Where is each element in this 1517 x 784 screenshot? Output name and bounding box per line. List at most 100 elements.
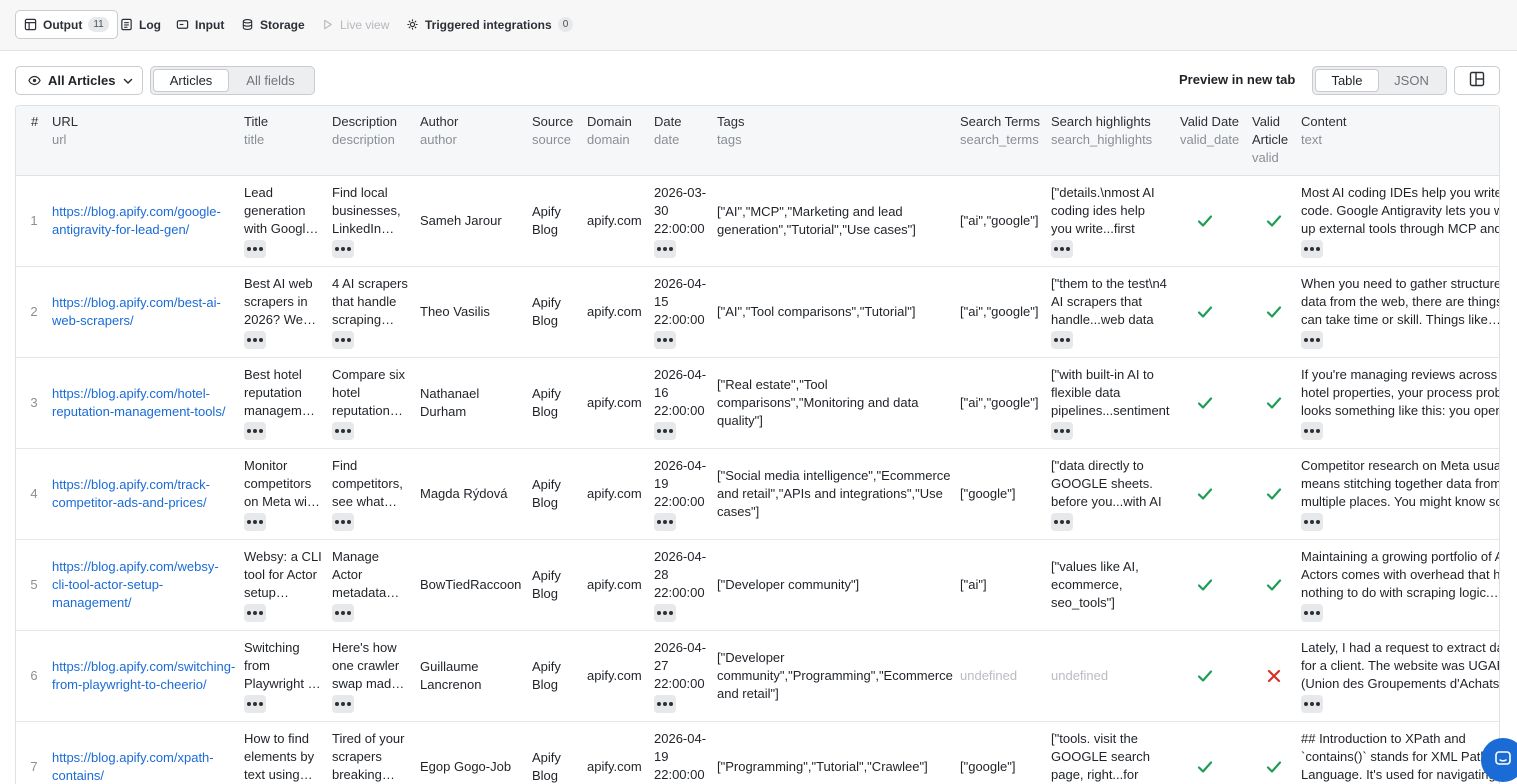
tab-storage-label: Storage [260, 17, 305, 32]
chat-widget-button[interactable] [1481, 738, 1517, 782]
domain-cell-text: apify.com [587, 577, 642, 592]
column-header-domain[interactable]: Domain domain [587, 113, 632, 149]
more-icon[interactable] [332, 513, 354, 531]
check-icon [1196, 303, 1214, 321]
search-terms-cell-text: ["google"] [960, 759, 1016, 774]
more-icon[interactable] [244, 331, 266, 349]
url-link[interactable]: https://blog.apify.com/xpath-contains/ [52, 722, 232, 784]
url-link-text[interactable]: https://blog.apify.com/google-antigravit… [52, 203, 232, 239]
layout-button[interactable] [1454, 66, 1500, 95]
search-terms-cell: ["ai"] [960, 540, 1044, 630]
url-link[interactable]: https://blog.apify.com/websy-cli-tool-ac… [52, 540, 232, 630]
url-link[interactable]: https://blog.apify.com/best-ai-web-scrap… [52, 267, 232, 357]
toggle-table[interactable]: Table [1315, 69, 1379, 92]
url-link[interactable]: https://blog.apify.com/switching-from-pl… [52, 631, 235, 721]
search-terms-cell-text: ["ai"] [960, 577, 987, 592]
more-icon[interactable] [332, 331, 354, 349]
column-header-search-terms[interactable]: Search Terms search_terms [960, 113, 1040, 149]
column-header-search-highlights[interactable]: Search highlights search_highlights [1051, 113, 1152, 149]
table-row: 2 https://blog.apify.com/best-ai-web-scra… [16, 267, 1499, 358]
column-header-description[interactable]: Description description [332, 113, 397, 149]
url-link-text[interactable]: https://blog.apify.com/track-competitor-… [52, 476, 232, 512]
content-cell: Maintaining a growing portfolio of Apify… [1301, 540, 1499, 630]
column-header-title[interactable]: Title title [244, 113, 268, 149]
description-cell-text: Find competitors, see what they run [332, 458, 403, 509]
column-header-valid-article[interactable]: Valid Article valid [1252, 113, 1296, 167]
view-select-button[interactable]: All Articles [15, 66, 143, 95]
more-icon[interactable] [244, 695, 266, 713]
content-cell: If you're managing reviews across five h… [1301, 358, 1499, 448]
more-icon[interactable] [332, 422, 354, 440]
url-link-text[interactable]: https://blog.apify.com/hotel-reputation-… [52, 385, 232, 421]
more-icon[interactable] [332, 240, 354, 258]
search-highlights-cell: ["tools. visit the GOOGLE search page, r… [1051, 722, 1167, 784]
tab-input[interactable]: Input [168, 10, 232, 39]
more-icon[interactable] [1051, 513, 1073, 531]
url-link-text[interactable]: https://blog.apify.com/xpath-contains/ [52, 749, 232, 784]
url-link[interactable]: https://blog.apify.com/google-antigravit… [52, 176, 232, 266]
more-icon[interactable] [1301, 604, 1323, 622]
tags-cell-text: ["Programming","Tutorial","Crawlee"] [717, 759, 928, 774]
more-icon[interactable] [1301, 695, 1323, 713]
source-cell-text: Apify Blog [532, 750, 561, 783]
valid-date-cell [1180, 540, 1230, 630]
valid-article-cell [1252, 722, 1296, 784]
more-icon[interactable] [244, 240, 266, 258]
column-header-source[interactable]: Source source [532, 113, 573, 149]
more-icon[interactable] [654, 422, 676, 440]
valid-article-cell [1252, 176, 1296, 266]
url-link-text[interactable]: https://blog.apify.com/switching-from-pl… [52, 658, 235, 694]
toggle-articles[interactable]: Articles [153, 69, 229, 92]
more-icon[interactable] [1051, 240, 1073, 258]
preview-in-new-tab-link[interactable]: Preview in new tab [1179, 72, 1295, 87]
domain-cell: apify.com [587, 176, 649, 266]
more-icon[interactable] [244, 422, 266, 440]
toggle-json[interactable]: JSON [1379, 69, 1444, 92]
url-link[interactable]: https://blog.apify.com/hotel-reputation-… [52, 358, 232, 448]
check-icon [1196, 667, 1214, 685]
more-icon[interactable] [244, 604, 266, 622]
url-link-text[interactable]: https://blog.apify.com/websy-cli-tool-ac… [52, 558, 232, 612]
valid-article-cell [1252, 358, 1296, 448]
more-icon[interactable] [1301, 513, 1323, 531]
author-cell-text: Guillaume Lancrenon [420, 659, 482, 692]
domain-cell: apify.com [587, 722, 649, 784]
date-cell-text: 2026-04-28 22:00:00 [654, 549, 707, 600]
tab-log[interactable]: Log [112, 10, 169, 39]
column-header-author[interactable]: Author author [420, 113, 458, 149]
url-link[interactable]: https://blog.apify.com/track-competitor-… [52, 449, 232, 539]
valid-article-cell [1252, 540, 1296, 630]
tab-output[interactable]: Output 11 [15, 10, 118, 39]
column-header-date[interactable]: Date date [654, 113, 681, 149]
tab-triggered-integrations[interactable]: Triggered integrations 0 [398, 10, 581, 39]
toggle-all-fields[interactable]: All fields [229, 69, 312, 92]
tab-storage[interactable]: Storage [233, 10, 313, 39]
search-highlights-cell: ["values like AI, ecommerce, seo_tools"] [1051, 540, 1167, 630]
more-icon[interactable] [1301, 422, 1323, 440]
search-terms-cell-text: ["ai","google"] [960, 213, 1039, 228]
more-icon[interactable] [332, 604, 354, 622]
more-icon[interactable] [654, 513, 676, 531]
domain-cell-text: apify.com [587, 486, 642, 501]
author-cell-text: Nathanael Durham [420, 386, 480, 419]
more-icon[interactable] [1051, 422, 1073, 440]
table-row: 3 https://blog.apify.com/hotel-reputation… [16, 358, 1499, 449]
more-icon[interactable] [1301, 240, 1323, 258]
more-icon[interactable] [332, 695, 354, 713]
column-header-url[interactable]: URL url [52, 113, 78, 149]
more-icon[interactable] [1051, 331, 1073, 349]
more-icon[interactable] [244, 513, 266, 531]
column-header-tags[interactable]: Tags tags [717, 113, 744, 149]
title-cell: Lead generation with Google Antigravity [244, 176, 322, 266]
column-header-valid-date[interactable]: Valid Date valid_date [1180, 113, 1239, 149]
more-icon[interactable] [654, 695, 676, 713]
tags-cell-text: ["Social media intelligence","Ecommerce … [717, 468, 951, 519]
source-cell-text: Apify Blog [532, 386, 561, 419]
more-icon[interactable] [654, 331, 676, 349]
column-header-content[interactable]: Content text [1301, 113, 1347, 149]
more-icon[interactable] [654, 604, 676, 622]
more-icon[interactable] [1301, 331, 1323, 349]
url-link-text[interactable]: https://blog.apify.com/best-ai-web-scrap… [52, 294, 232, 330]
more-icon[interactable] [654, 240, 676, 258]
source-cell-text: Apify Blog [532, 477, 561, 510]
